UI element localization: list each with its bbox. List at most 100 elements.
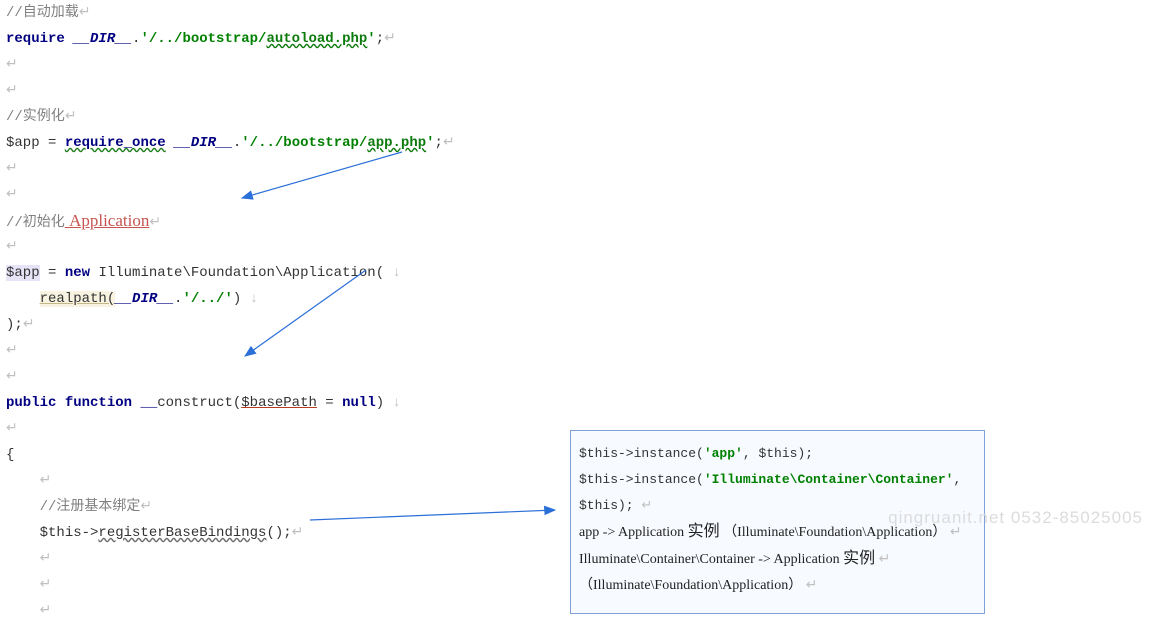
text: = (40, 265, 65, 281)
code-line: require __DIR__.'/../bootstrap/autoload.… (6, 26, 1153, 52)
string: 'app' (704, 446, 743, 461)
indent (6, 473, 40, 489)
return-mark: ↵ (6, 83, 18, 99)
code-line: );↵ (6, 312, 1153, 338)
text: app -> Application (579, 525, 688, 540)
return-mark: ↵ (292, 525, 304, 541)
down-mark: ↓ (393, 395, 401, 411)
blank-line: ↵ (6, 338, 1153, 364)
down-mark: ↓ (250, 291, 258, 307)
text: ) (376, 395, 384, 411)
string: '/../bootstrap/ (241, 135, 367, 151)
indent (6, 291, 40, 307)
text-cn: 实例 (843, 550, 875, 567)
code-line: $app = require_once __DIR__.'/../bootstr… (6, 130, 1153, 156)
return-mark: ↵ (443, 135, 455, 151)
blank-line: ↵ (6, 156, 1153, 182)
blank-line: ↵ (6, 78, 1153, 104)
text: (); (266, 525, 291, 541)
return-mark: ↵ (641, 498, 652, 513)
comment: //自动加载 (6, 5, 79, 21)
this-call: $this-> (40, 525, 99, 541)
indent (6, 577, 40, 593)
return-mark: ↵ (6, 239, 18, 255)
func-name: construct( (157, 395, 241, 411)
return-mark: ↵ (384, 31, 396, 47)
keyword-require-once: require_once (65, 135, 166, 151)
code-line: //初始化 Application↵ (6, 208, 1153, 234)
magic-dir: __DIR__ (166, 135, 233, 151)
code-line: //自动加载↵ (6, 0, 1153, 26)
return-mark: ↵ (23, 317, 35, 333)
comment: //实例化 (6, 109, 65, 125)
string: 'Illuminate\Container\Container' (704, 472, 954, 487)
tooltip-line: $this->instance('app', $this); (579, 441, 976, 467)
text: , $this); (743, 446, 813, 461)
blank-line: ↵ (6, 182, 1153, 208)
keyword-public: public (6, 395, 56, 411)
return-mark: ↵ (6, 343, 18, 359)
return-mark: ↵ (40, 551, 52, 567)
text: ; (435, 135, 443, 151)
string: ' (367, 31, 375, 47)
return-mark: ↵ (6, 369, 18, 385)
down-mark: ↓ (393, 265, 401, 281)
code-line: //实例化↵ (6, 104, 1153, 130)
indent (6, 603, 40, 619)
string: '/../' (182, 291, 232, 307)
text: （Illuminate\Foundation\Application） (579, 578, 802, 593)
comment: //注册基本绑定 (40, 499, 141, 515)
return-mark: ↵ (140, 499, 152, 515)
text: ); (6, 317, 23, 333)
keyword-null: null (342, 395, 376, 411)
text: $this->instance( (579, 446, 704, 461)
return-mark: ↵ (6, 187, 18, 203)
return-mark: ↵ (79, 5, 91, 21)
return-mark: ↵ (40, 603, 52, 619)
return-mark: ↵ (6, 161, 18, 177)
string-path: app.php (367, 135, 426, 151)
return-mark: ↵ (6, 57, 18, 73)
text: $this->instance( (579, 472, 704, 487)
text: Illuminate\Container\Container -> Applic… (579, 552, 843, 567)
blank-line: ↵ (6, 364, 1153, 390)
keyword-function: function (56, 395, 140, 411)
code-line: realpath(__DIR__.'/../') ↓ (6, 286, 1153, 312)
string: ' (426, 135, 434, 151)
return-mark: ↵ (879, 552, 891, 567)
text: = (40, 135, 65, 151)
text: ; (376, 31, 384, 47)
return-mark: ↵ (40, 577, 52, 593)
string-path: autoload.php (266, 31, 367, 47)
return-mark: ↵ (40, 473, 52, 489)
text: = (317, 395, 342, 411)
func-realpath: realpath( (40, 291, 116, 307)
return-mark: ↵ (6, 421, 18, 437)
magic-dir: __DIR__ (73, 31, 132, 47)
indent (6, 525, 40, 541)
magic-dir: __DIR__ (115, 291, 174, 307)
keyword-new: new (65, 265, 90, 281)
indent (6, 499, 40, 515)
code-line: $app = new Illuminate\Foundation\Applica… (6, 260, 1153, 286)
dunder: __ (140, 395, 157, 411)
return-mark: ↵ (65, 109, 77, 125)
blank-line: ↵ (6, 52, 1153, 78)
variable: $app (6, 135, 40, 151)
tooltip-line: Illuminate\Container\Container -> Applic… (579, 546, 976, 573)
text: ) (233, 291, 241, 307)
comment: //初始化 (6, 215, 65, 231)
variable: $app (6, 265, 40, 281)
text-cn: 实例 (688, 523, 720, 540)
watermark: qingruanit.net 0532-85025005 (888, 505, 1143, 531)
method-name: registerBaseBindings (98, 525, 266, 541)
string: '/../bootstrap/ (140, 31, 266, 47)
code-line: public function __construct($basePath = … (6, 390, 1153, 416)
return-mark: ↵ (149, 215, 161, 231)
brace: { (6, 447, 14, 463)
blank-line: ↵ (6, 234, 1153, 260)
keyword-require: require (6, 31, 65, 47)
return-mark: ↵ (806, 578, 818, 593)
class-name: Illuminate\Foundation\Application( (90, 265, 384, 281)
param: $basePath (241, 395, 317, 411)
